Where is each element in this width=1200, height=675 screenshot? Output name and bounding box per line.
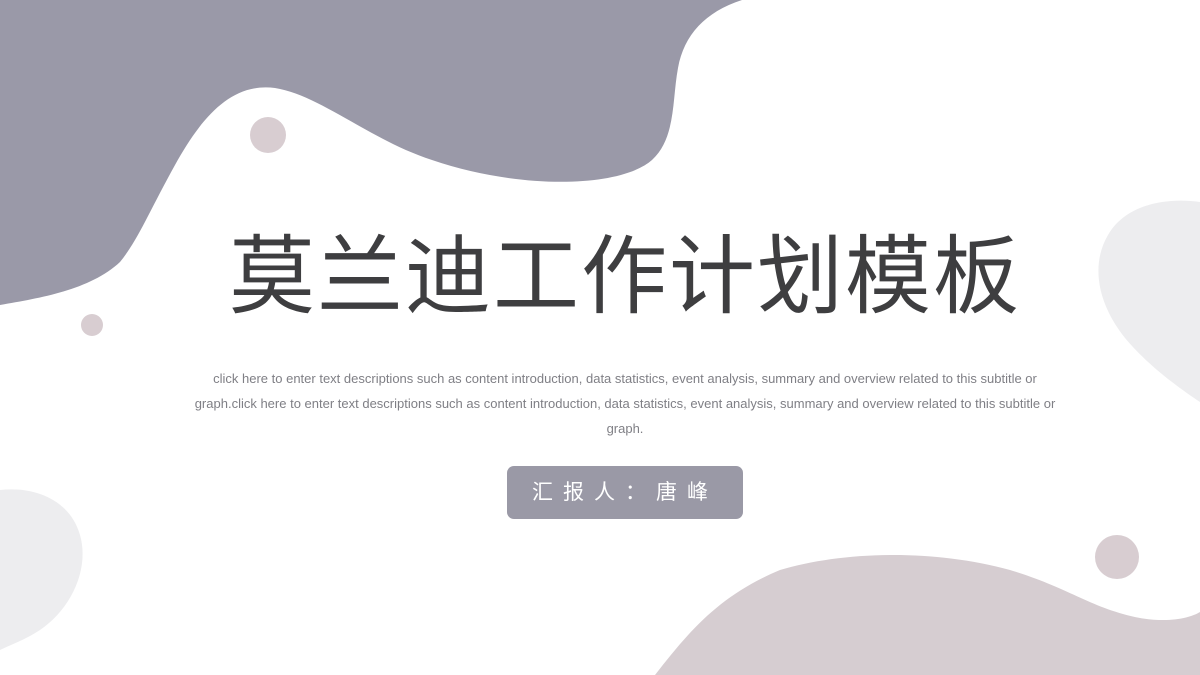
reporter-badge: 汇报人：唐峰 [507, 466, 743, 519]
page-title: 莫兰迪工作计划模板 [229, 227, 1021, 327]
decorative-dot-top [250, 117, 286, 153]
decorative-background [0, 0, 1200, 675]
left-light-blob [0, 489, 83, 650]
decorative-dot-right [1095, 535, 1139, 579]
description-text: click here to enter text descriptions su… [194, 371, 1056, 436]
title-slide: 莫兰迪工作计划模板 click here to enter text descr… [0, 0, 1200, 675]
